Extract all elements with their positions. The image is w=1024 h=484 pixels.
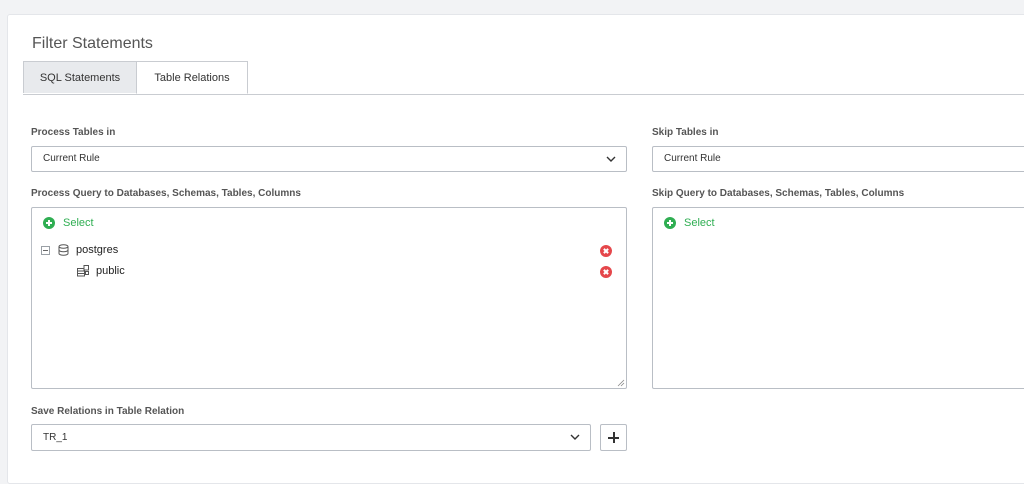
resize-handle-icon[interactable] — [617, 379, 625, 387]
skip-query-label: Skip Query to Databases, Schemas, Tables… — [652, 188, 905, 199]
skip-tables-select[interactable]: Current Rule — [652, 146, 1024, 172]
save-relations-label: Save Relations in Table Relation — [31, 406, 185, 417]
chevron-down-icon — [570, 434, 580, 440]
tab-sql-statements[interactable]: SQL Statements — [23, 61, 137, 93]
tab-table-relations[interactable]: Table Relations — [136, 61, 248, 94]
process-select-label: Select — [63, 217, 94, 229]
schema-icon — [77, 265, 89, 277]
skip-tables-label: Skip Tables in — [652, 127, 719, 138]
remove-public-icon[interactable] — [600, 266, 612, 278]
save-relations-select[interactable]: TR_1 — [31, 424, 591, 451]
collapse-icon[interactable] — [41, 245, 50, 255]
process-tables-label: Process Tables in — [31, 127, 116, 138]
process-tables-value: Current Rule — [43, 153, 100, 164]
process-query-label: Process Query to Databases, Schemas, Tab… — [31, 188, 301, 199]
skip-tables-value: Current Rule — [664, 153, 721, 164]
tab-bar: SQL Statements Table Relations — [23, 61, 1024, 95]
chevron-down-icon — [606, 156, 616, 162]
tree-item-label: postgres — [76, 244, 119, 256]
process-tables-select[interactable]: Current Rule — [31, 146, 627, 172]
process-select-link[interactable]: Select — [43, 217, 94, 229]
tree-item-public[interactable]: public — [77, 265, 125, 277]
skip-select-label: Select — [684, 217, 715, 229]
save-relations-value: TR_1 — [43, 432, 68, 443]
page-title: Filter Statements — [32, 35, 153, 52]
database-icon — [58, 244, 69, 256]
skip-select-link[interactable]: Select — [664, 217, 715, 229]
process-query-panel: Select postgres public — [31, 207, 627, 389]
tree-item-label: public — [96, 265, 125, 277]
add-table-relation-button[interactable] — [600, 424, 627, 451]
remove-postgres-icon[interactable] — [600, 245, 612, 257]
plus-circle-icon — [664, 217, 676, 229]
tree-item-postgres[interactable]: postgres — [41, 244, 118, 256]
plus-circle-icon — [43, 217, 55, 229]
skip-query-panel: Select — [652, 207, 1024, 389]
